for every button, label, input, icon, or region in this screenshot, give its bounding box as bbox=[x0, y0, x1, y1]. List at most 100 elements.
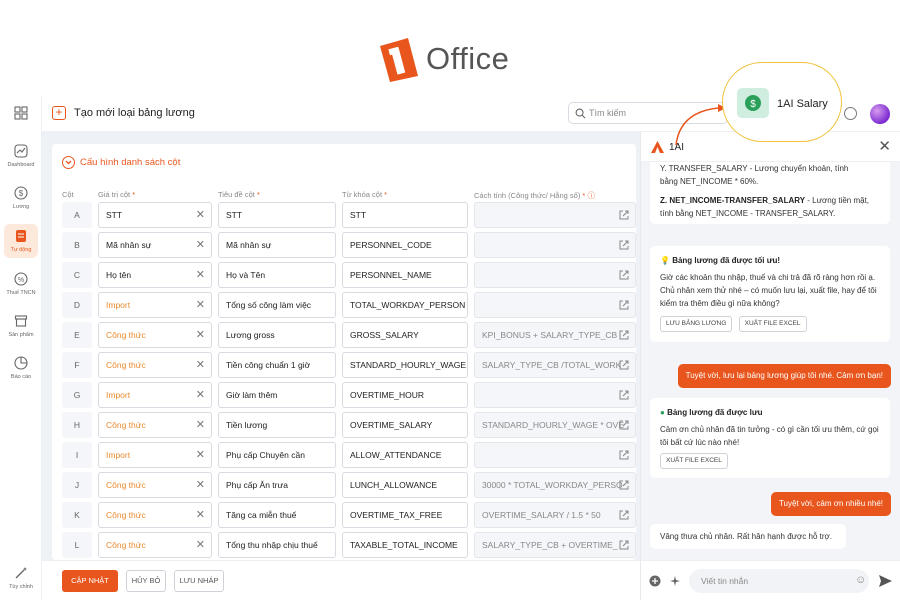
clear-icon[interactable]: ✕ bbox=[196, 383, 205, 407]
external-link-icon[interactable] bbox=[619, 510, 629, 520]
calc-field[interactable] bbox=[474, 442, 636, 468]
title-field[interactable]: Phụ cấp Chuyên cần bbox=[218, 442, 336, 468]
external-link-icon[interactable] bbox=[619, 210, 629, 220]
clear-icon[interactable]: ✕ bbox=[196, 503, 205, 527]
clear-icon[interactable]: ✕ bbox=[196, 263, 205, 287]
value-select[interactable]: Công thức ✕ bbox=[98, 472, 212, 498]
plus-circle-icon[interactable] bbox=[649, 575, 661, 587]
calc-field[interactable]: 30000 * TOTAL_WORKDAY_PERSO bbox=[474, 472, 636, 498]
calc-field[interactable]: KPI_BONUS + SALARY_TYPE_CB bbox=[474, 322, 636, 348]
title-field[interactable]: Giờ làm thêm bbox=[218, 382, 336, 408]
clear-icon[interactable]: ✕ bbox=[196, 203, 205, 227]
key-field[interactable]: ALLOW_ATTENDANCE bbox=[342, 442, 468, 468]
apps-grid-icon[interactable] bbox=[0, 106, 42, 124]
value-select[interactable]: Import ✕ bbox=[98, 292, 212, 318]
external-link-icon[interactable] bbox=[619, 480, 629, 490]
value-select[interactable]: Họ tên ✕ bbox=[98, 262, 212, 288]
title-field[interactable]: Tổng thu nhập chịu thuế bbox=[218, 532, 336, 558]
add-icon[interactable]: + bbox=[52, 106, 66, 120]
key-field[interactable]: TOTAL_WORKDAY_PERSON bbox=[342, 292, 468, 318]
rail-label: Dashboard bbox=[7, 162, 35, 168]
sparkle-icon[interactable] bbox=[669, 575, 681, 587]
calc-field[interactable] bbox=[474, 382, 636, 408]
cancel-button[interactable]: HỦY BỎ bbox=[126, 570, 166, 592]
external-link-icon[interactable] bbox=[619, 390, 629, 400]
title-field[interactable]: Phụ cấp Ăn trưa bbox=[218, 472, 336, 498]
key-field[interactable]: OVERTIME_SALARY bbox=[342, 412, 468, 438]
send-icon[interactable] bbox=[879, 575, 892, 587]
clear-icon[interactable]: ✕ bbox=[196, 293, 205, 317]
rail-item-dashboard[interactable]: Dashboard bbox=[0, 144, 42, 168]
key-field[interactable]: PERSONNEL_NAME bbox=[342, 262, 468, 288]
external-link-icon[interactable] bbox=[619, 420, 629, 430]
value-select[interactable]: STT ✕ bbox=[98, 202, 212, 228]
rail-item-report[interactable]: Báo cáo bbox=[0, 356, 42, 380]
clear-icon[interactable]: ✕ bbox=[196, 413, 205, 437]
rail-item-salary[interactable]: $ Lương bbox=[0, 186, 42, 210]
value-select[interactable]: Công thức ✕ bbox=[98, 532, 212, 558]
avatar[interactable] bbox=[870, 104, 890, 124]
key-field[interactable]: TAXABLE_TOTAL_INCOME bbox=[342, 532, 468, 558]
title-field[interactable]: Tổng số công làm việc bbox=[218, 292, 336, 318]
export-excel-button[interactable]: XUẤT FILE EXCEL bbox=[660, 453, 728, 469]
value-select[interactable]: Mã nhân sự ✕ bbox=[98, 232, 212, 258]
key-field[interactable]: PERSONNEL_CODE bbox=[342, 232, 468, 258]
title-field[interactable]: Lương gross bbox=[218, 322, 336, 348]
calc-field[interactable]: SALARY_TYPE_CB /TOTAL_WORK bbox=[474, 352, 636, 378]
calc-field[interactable] bbox=[474, 232, 636, 258]
value-select[interactable]: Import ✕ bbox=[98, 382, 212, 408]
title-field[interactable]: STT bbox=[218, 202, 336, 228]
clear-icon[interactable]: ✕ bbox=[196, 533, 205, 557]
key-field[interactable]: STT bbox=[342, 202, 468, 228]
emoji-icon[interactable]: ☺ bbox=[855, 574, 866, 586]
calc-field[interactable]: STANDARD_HOURLY_WAGE * OVE bbox=[474, 412, 636, 438]
rail-item-tax[interactable]: % Thuế TNCN bbox=[0, 272, 42, 296]
clear-icon[interactable]: ✕ bbox=[196, 353, 205, 377]
calc-field[interactable]: SALARY_TYPE_CB + OVERTIME_ bbox=[474, 532, 636, 558]
update-button[interactable]: CẬP NHẬT bbox=[62, 570, 118, 592]
calc-field[interactable] bbox=[474, 262, 636, 288]
save-salary-button[interactable]: LƯU BẢNG LƯƠNG bbox=[660, 316, 733, 332]
close-icon[interactable]: ✕ bbox=[878, 137, 891, 155]
value-select[interactable]: Công thức ✕ bbox=[98, 412, 212, 438]
external-link-icon[interactable] bbox=[619, 540, 629, 550]
title-field[interactable]: Mã nhân sự bbox=[218, 232, 336, 258]
value-select[interactable]: Công thức ✕ bbox=[98, 502, 212, 528]
export-excel-button[interactable]: XUẤT FILE EXCEL bbox=[738, 316, 807, 332]
title-field[interactable]: Tiền công chuẩn 1 giờ bbox=[218, 352, 336, 378]
save-draft-button[interactable]: LƯU NHÁP bbox=[174, 570, 224, 592]
key-field[interactable]: LUNCH_ALLOWANCE bbox=[342, 472, 468, 498]
key-field[interactable]: OVERTIME_TAX_FREE bbox=[342, 502, 468, 528]
rail-item-auto[interactable]: Tự động bbox=[0, 224, 42, 258]
calc-field[interactable] bbox=[474, 202, 636, 228]
clear-icon[interactable]: ✕ bbox=[196, 233, 205, 257]
title-field[interactable]: Họ và Tên bbox=[218, 262, 336, 288]
key-field[interactable]: GROSS_SALARY bbox=[342, 322, 468, 348]
key-field[interactable]: STANDARD_HOURLY_WAGE bbox=[342, 352, 468, 378]
clear-icon[interactable]: ✕ bbox=[196, 443, 205, 467]
config-toggle[interactable]: Cấu hình danh sách cột bbox=[62, 156, 180, 169]
calc-field[interactable] bbox=[474, 292, 636, 318]
dashboard-icon bbox=[14, 144, 28, 158]
external-link-icon[interactable] bbox=[619, 360, 629, 370]
value-select[interactable]: Công thức ✕ bbox=[98, 322, 212, 348]
title-field[interactable]: Tiền lương bbox=[218, 412, 336, 438]
external-link-icon[interactable] bbox=[619, 240, 629, 250]
rail-item-custom[interactable]: Tùy chỉnh bbox=[0, 566, 42, 590]
clear-icon[interactable]: ✕ bbox=[196, 323, 205, 347]
external-link-icon[interactable] bbox=[619, 300, 629, 310]
rail-item-product[interactable]: Sản phẩm bbox=[0, 314, 42, 338]
external-link-icon[interactable] bbox=[619, 270, 629, 280]
message-input[interactable]: Viết tin nhắn bbox=[689, 569, 869, 593]
title-field[interactable]: Tăng ca miễn thuế bbox=[218, 502, 336, 528]
key-field[interactable]: OVERTIME_HOUR bbox=[342, 382, 468, 408]
value-select[interactable]: Import ✕ bbox=[98, 442, 212, 468]
salary-badge[interactable]: $ 1AI Salary bbox=[722, 62, 842, 142]
badge-label: 1AI Salary bbox=[777, 98, 828, 110]
external-link-icon[interactable] bbox=[619, 330, 629, 340]
clear-icon[interactable]: ✕ bbox=[196, 473, 205, 497]
external-link-icon[interactable] bbox=[619, 450, 629, 460]
help-icon[interactable] bbox=[844, 107, 857, 120]
calc-field[interactable]: OVERTIME_SALARY / 1.5 * 50 bbox=[474, 502, 636, 528]
value-select[interactable]: Công thức ✕ bbox=[98, 352, 212, 378]
